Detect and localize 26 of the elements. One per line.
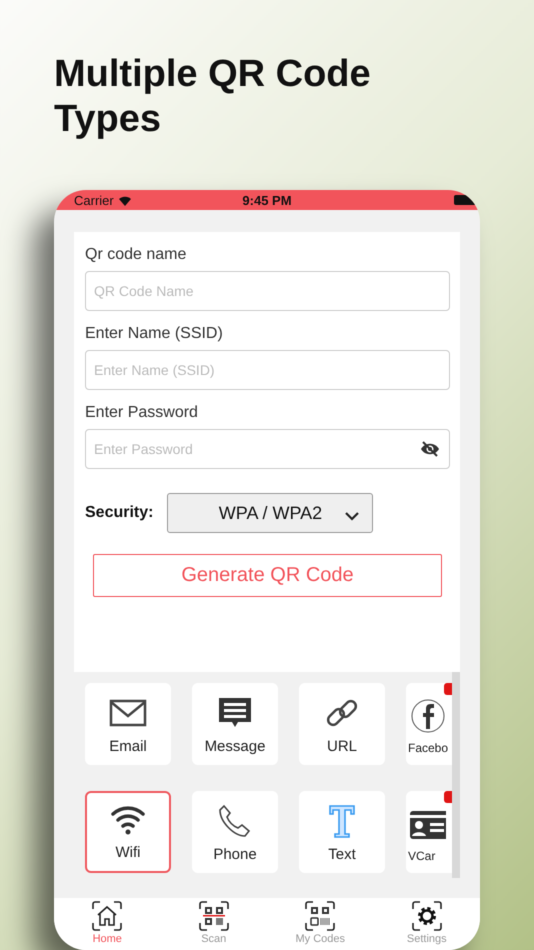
qr-type-tile[interactable]: Facebo	[406, 683, 452, 765]
battery-icon	[454, 195, 476, 205]
home-icon	[91, 900, 124, 932]
security-label: Security:	[85, 504, 154, 522]
qr-type-tile[interactable]: Message	[192, 683, 278, 765]
security-dropdown[interactable]: WPA / WPA2	[167, 493, 374, 533]
clock-text: 9:45 PM	[241, 192, 293, 208]
wifi-signal-icon	[118, 194, 132, 206]
scrollbar[interactable]	[452, 672, 460, 878]
hidden-eye-icon[interactable]	[420, 441, 440, 457]
qr-type-tile[interactable]: Email	[85, 683, 171, 765]
input-field[interactable]: Enter Password	[85, 429, 450, 469]
headline: Multiple QR Code Types	[54, 52, 372, 142]
qr-type-tile[interactable]: VCar	[406, 791, 452, 873]
input-field[interactable]: Enter Name (SSID)	[85, 350, 450, 390]
field-label: Qr code name	[85, 246, 186, 265]
qr-type-tile[interactable]: URL	[299, 683, 385, 765]
qr-type-tile[interactable]: Phone	[192, 791, 278, 873]
qr-type-tile[interactable]: Text	[299, 791, 385, 873]
carrier-text: Carrier	[74, 192, 114, 208]
settings-icon	[410, 900, 443, 932]
input-field[interactable]: QR Code Name	[85, 271, 450, 311]
qr-type-tile[interactable]: Wifi	[85, 791, 171, 873]
chevron-down-icon	[344, 511, 360, 521]
field-label: Enter Password	[85, 404, 198, 423]
field-label: Enter Name (SSID)	[85, 325, 223, 344]
